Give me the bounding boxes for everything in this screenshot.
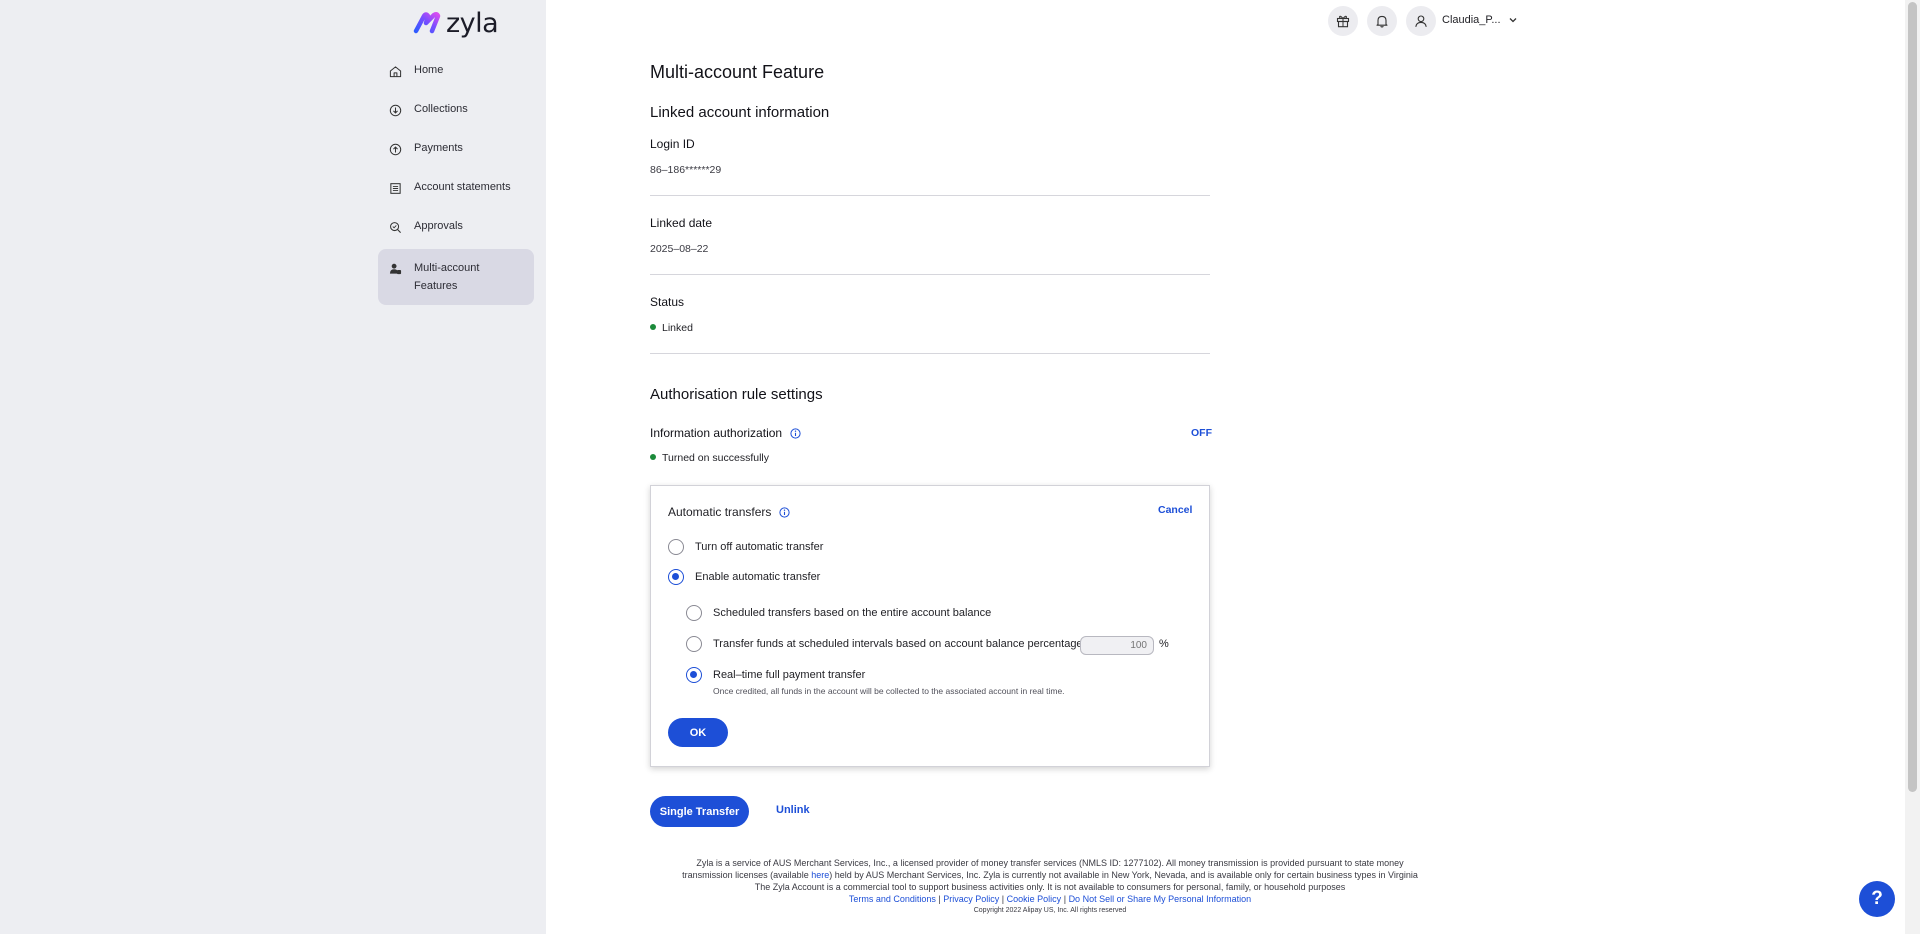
footer-here-link[interactable]: here (811, 870, 829, 880)
turn-off-automatic-label[interactable]: Turn off automatic transfer (695, 541, 823, 553)
status-text: Linked (662, 322, 693, 334)
info-authorization-toggle[interactable]: OFF (1191, 427, 1212, 439)
enable-automatic-label[interactable]: Enable automatic transfer (695, 571, 820, 583)
zyla-logo-icon (413, 11, 441, 34)
footer-links: Terms and Conditions | Privacy Policy | … (650, 893, 1450, 905)
help-button[interactable]: ? (1859, 881, 1895, 917)
page-title: Multi-account Feature (650, 62, 825, 82)
do-not-sell-link[interactable]: Do Not Sell or Share My Personal Informa… (1069, 894, 1252, 904)
sidebar-item-payments[interactable]: Payments (378, 142, 534, 156)
info-icon[interactable] (790, 427, 801, 439)
footer: Zyla is a service of AUS Merchant Servic… (650, 857, 1450, 917)
unlink-button[interactable]: Unlink (776, 804, 810, 816)
status-dot (650, 324, 656, 330)
scheduled-percentage-label[interactable]: Transfer funds at scheduled intervals ba… (713, 638, 1086, 650)
info-icon[interactable] (779, 506, 790, 518)
enable-automatic-radio[interactable] (668, 569, 684, 585)
sidebar-item-label-line1: Multi-account (414, 262, 480, 274)
approvals-icon (390, 222, 402, 234)
sidebar-item-label: Approvals (414, 220, 463, 232)
statements-icon (390, 183, 401, 194)
automatic-transfers-title-text: Automatic transfers (668, 505, 772, 519)
turn-off-automatic-radio[interactable] (668, 539, 684, 555)
divider (650, 353, 1210, 354)
status-value: Linked (650, 322, 693, 334)
terms-link[interactable]: Terms and Conditions (849, 894, 936, 904)
gift-icon (1336, 15, 1350, 28)
login-id-label: Login ID (650, 137, 695, 151)
real-time-transfer-label[interactable]: Real–time full payment transfer (713, 669, 865, 681)
scrollbar-thumb[interactable] (1908, 2, 1917, 792)
sidebar-item-label: Collections (414, 103, 468, 115)
info-authorization-status-text: Turned on successfully (662, 452, 769, 464)
home-icon (389, 66, 402, 78)
status-dot (650, 454, 656, 460)
footer-disclaimer-2: transmission licenses (available here) h… (650, 869, 1450, 881)
footer-disclaimer-1: Zyla is a service of AUS Merchant Servic… (696, 858, 1404, 868)
auth-section-title: Authorisation rule settings (650, 386, 823, 403)
login-id-value: 86–186******29 (650, 164, 722, 176)
sidebar-item-label: Multi-account Features (414, 259, 479, 295)
sidebar-item-home[interactable]: Home (378, 64, 534, 78)
brand-name: zyla (446, 7, 499, 39)
chevron-down-icon[interactable] (1508, 15, 1518, 25)
real-time-transfer-radio[interactable] (686, 667, 702, 683)
automatic-transfers-title: Automatic transfers (668, 505, 790, 519)
gift-button[interactable] (1328, 6, 1358, 36)
cookie-link[interactable]: Cookie Policy (1007, 894, 1062, 904)
privacy-link[interactable]: Privacy Policy (943, 894, 999, 904)
percentage-input[interactable] (1080, 636, 1154, 655)
percent-unit: % (1159, 638, 1169, 650)
divider (650, 195, 1210, 196)
scheduled-percentage-radio[interactable] (686, 636, 702, 652)
scheduled-entire-balance-label[interactable]: Scheduled transfers based on the entire … (713, 607, 991, 619)
sidebar (0, 0, 546, 934)
footer-disclaimer-2-pre: transmission licenses (available (682, 870, 812, 880)
sidebar-item-approvals[interactable]: Approvals (378, 220, 534, 234)
footer-separator: | (1001, 894, 1005, 904)
multi-account-icon (389, 263, 402, 275)
user-name[interactable]: Claudia_P... (1442, 14, 1501, 26)
sidebar-item-multi-account-features[interactable]: Multi-account Features (378, 249, 534, 305)
automatic-transfers-panel (650, 485, 1210, 767)
sidebar-item-label: Home (414, 64, 444, 76)
ok-button[interactable]: OK (668, 718, 728, 747)
sidebar-item-label-line2: Features (414, 280, 458, 292)
scheduled-entire-balance-radio[interactable] (686, 605, 702, 621)
linked-section-title: Linked account information (650, 104, 830, 121)
divider (650, 274, 1210, 275)
sidebar-item-label: Payments (414, 142, 463, 154)
footer-separator: | (938, 894, 941, 904)
linked-date-value: 2025–08–22 (650, 243, 709, 255)
user-avatar[interactable] (1406, 6, 1436, 36)
footer-disclaimer-3: The Zyla Account is a commercial tool to… (754, 882, 1346, 892)
linked-date-label: Linked date (650, 216, 713, 230)
single-transfer-button[interactable]: Single Transfer (650, 796, 749, 827)
sidebar-item-label: Account statements (414, 181, 511, 193)
info-authorization-text: Information authorization (650, 426, 783, 440)
collections-icon (389, 104, 402, 117)
user-icon (1415, 15, 1427, 27)
zyla-logo[interactable]: zyla (413, 7, 499, 39)
footer-separator: | (1063, 894, 1067, 904)
real-time-transfer-description: Once credited, all funds in the account … (713, 686, 1065, 696)
info-authorization-label: Information authorization (650, 426, 801, 440)
notifications-button[interactable] (1367, 6, 1397, 36)
bell-icon (1376, 15, 1388, 28)
payments-icon (389, 143, 402, 156)
sidebar-item-collections[interactable]: Collections (378, 103, 534, 117)
status-label: Status (650, 295, 685, 309)
footer-disclaimer-2-post: ) held by AUS Merchant Services, Inc. Zy… (829, 870, 1418, 880)
cancel-button[interactable]: Cancel (1158, 504, 1192, 516)
copyright: Copyright 2022 Alipay US, Inc. All right… (973, 907, 1127, 914)
info-authorization-status: Turned on successfully (650, 452, 769, 464)
sidebar-item-account-statements[interactable]: Account statements (378, 181, 534, 195)
